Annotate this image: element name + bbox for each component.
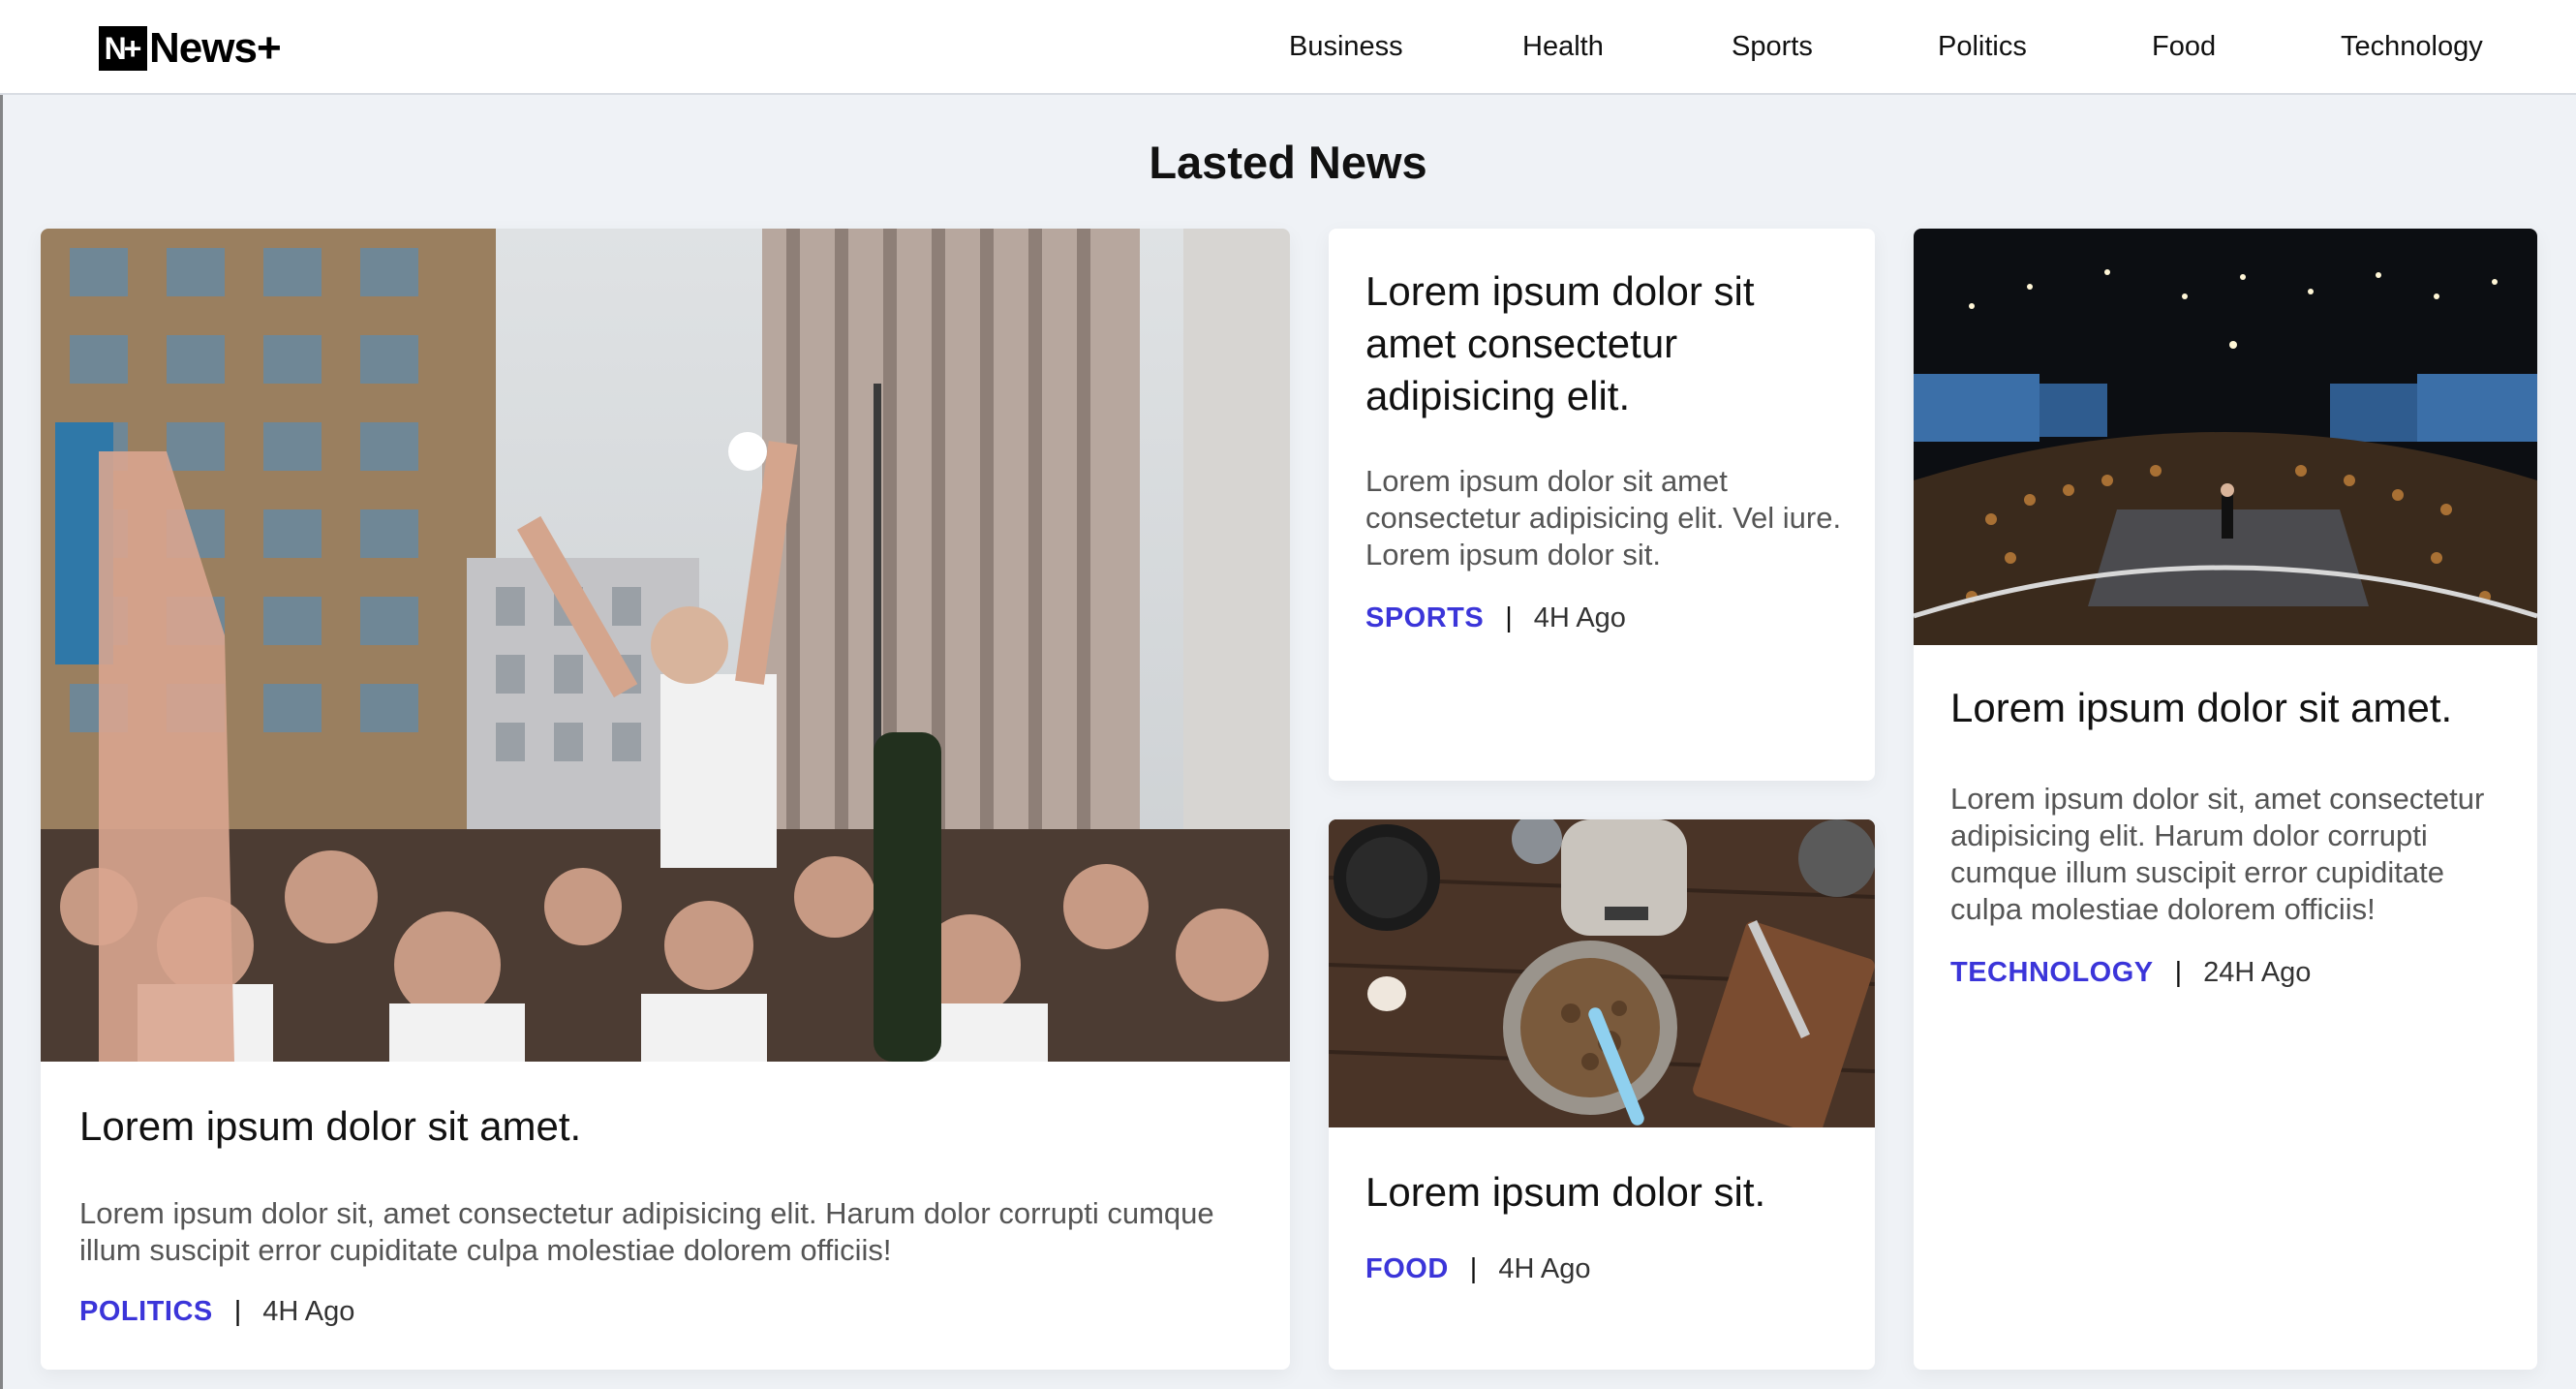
article-card-politics[interactable]: Lorem ipsum dolor sit amet. Lorem ipsum … — [41, 229, 1290, 1370]
article-excerpt: Lorem ipsum dolor sit, amet consectetur … — [1950, 782, 2485, 926]
page-title: Lasted News — [1149, 137, 1427, 188]
article-excerpt: Lorem ipsum dolor sit, amet consectetur … — [79, 1196, 1214, 1267]
article-meta: TECHNOLOGY | 24H Ago — [1950, 957, 2311, 989]
category-link[interactable]: FOOD — [1365, 1253, 1449, 1285]
category-link[interactable]: TECHNOLOGY — [1950, 957, 2154, 989]
article-time: 24H Ago — [2203, 957, 2312, 988]
article-meta: SPORTS | 4H Ago — [1365, 602, 1626, 634]
article-title[interactable]: Lorem ipsum dolor sit amet. — [1950, 682, 2512, 734]
article-title[interactable]: Lorem ipsum dolor sit. — [1365, 1166, 1850, 1219]
nav-link-politics[interactable]: Politics — [1938, 31, 2027, 63]
article-time: 4H Ago — [1498, 1253, 1591, 1284]
nav-link-sports[interactable]: Sports — [1732, 31, 1813, 63]
top-navigation-bar: N+ News+ Business Health Sports Politics… — [0, 0, 2576, 95]
article-excerpt: Lorem ipsum dolor sit amet consectetur a… — [1365, 464, 1842, 571]
article-image-crowd[interactable] — [41, 229, 1290, 1062]
article-title[interactable]: Lorem ipsum dolor sit amet consectetur a… — [1365, 265, 1850, 422]
article-card-food[interactable]: Lorem ipsum dolor sit. FOOD | 4H Ago — [1329, 819, 1875, 1370]
article-meta: POLITICS | 4H Ago — [79, 1296, 354, 1328]
article-image-conference[interactable] — [1914, 229, 2537, 645]
window-edge — [0, 0, 3, 1389]
article-card-technology[interactable]: Lorem ipsum dolor sit amet. Lorem ipsum … — [1914, 229, 2537, 1370]
category-link[interactable]: POLITICS — [79, 1296, 213, 1328]
nav-link-food[interactable]: Food — [2152, 31, 2216, 63]
article-card-sports[interactable]: Lorem ipsum dolor sit amet consectetur a… — [1329, 229, 1875, 781]
nav-link-business[interactable]: Business — [1289, 31, 1403, 63]
meta-separator: | — [233, 1296, 242, 1327]
meta-separator: | — [1469, 1253, 1478, 1284]
meta-separator: | — [2174, 957, 2183, 988]
main-nav: Business Health Sports Politics Food Tec… — [0, 31, 2576, 70]
category-link[interactable]: SPORTS — [1365, 602, 1484, 634]
article-title[interactable]: Lorem ipsum dolor sit amet. — [79, 1100, 1251, 1153]
article-image-cooking[interactable] — [1329, 819, 1875, 1127]
meta-separator: | — [1505, 602, 1513, 633]
nav-link-health[interactable]: Health — [1522, 31, 1604, 63]
nav-link-technology[interactable]: Technology — [2341, 31, 2483, 63]
article-time: 4H Ago — [262, 1296, 355, 1327]
article-meta: FOOD | 4H Ago — [1365, 1253, 1590, 1285]
article-time: 4H Ago — [1533, 602, 1626, 633]
